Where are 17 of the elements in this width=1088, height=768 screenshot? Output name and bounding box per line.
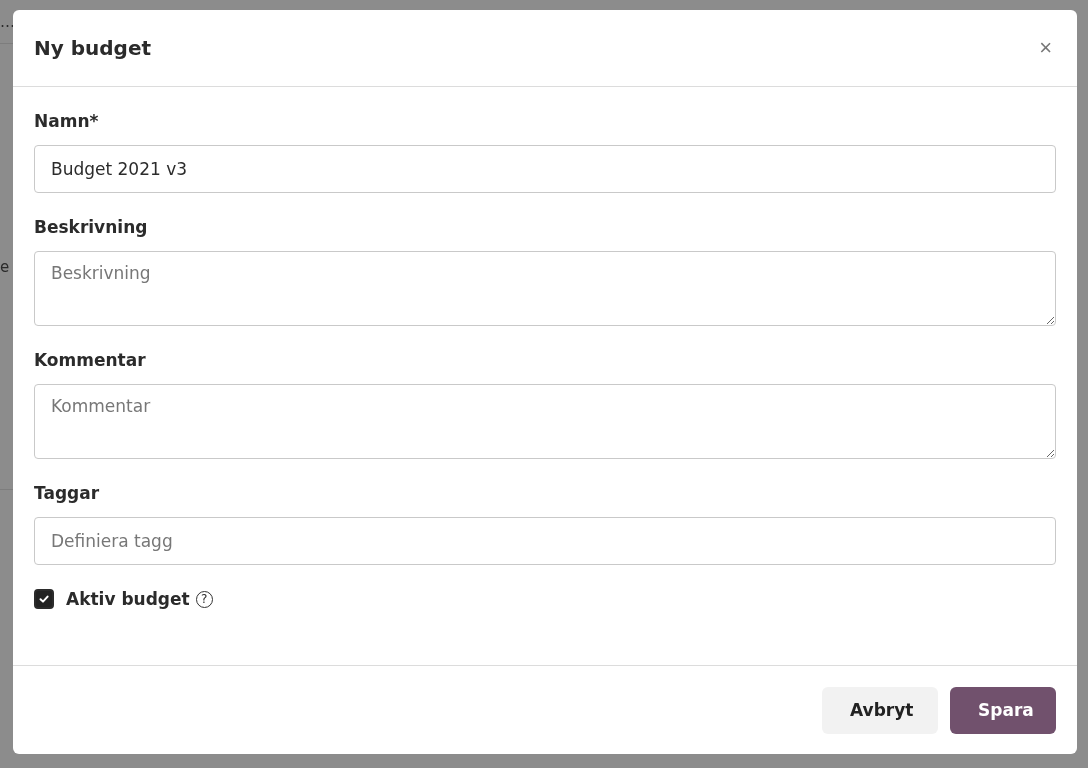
field-label: Namn* [34,111,99,131]
text-area[interactable]: Beskrivning [34,251,1056,326]
checkbox[interactable] [34,589,54,609]
field-label: Taggar [34,483,100,503]
text-area[interactable]: Kommentar [34,384,1056,459]
save-button[interactable]: Spara [950,686,1056,734]
cancel-button[interactable]: Avbryt [822,686,938,734]
background-text: … [0,12,15,31]
background-text: e [0,257,10,276]
dialog-title: Ny budget [34,36,152,60]
field-label: Kommentar [34,350,146,370]
input-field[interactable]: Definiera tagg [34,517,1056,565]
checkbox-label: Aktiv budget [66,589,190,609]
close-button[interactable]: × [1035,35,1056,61]
field-label: Beskrivning [34,217,148,237]
input-field[interactable]: Budget 2021 v3 [34,145,1056,193]
check-icon [38,593,50,605]
